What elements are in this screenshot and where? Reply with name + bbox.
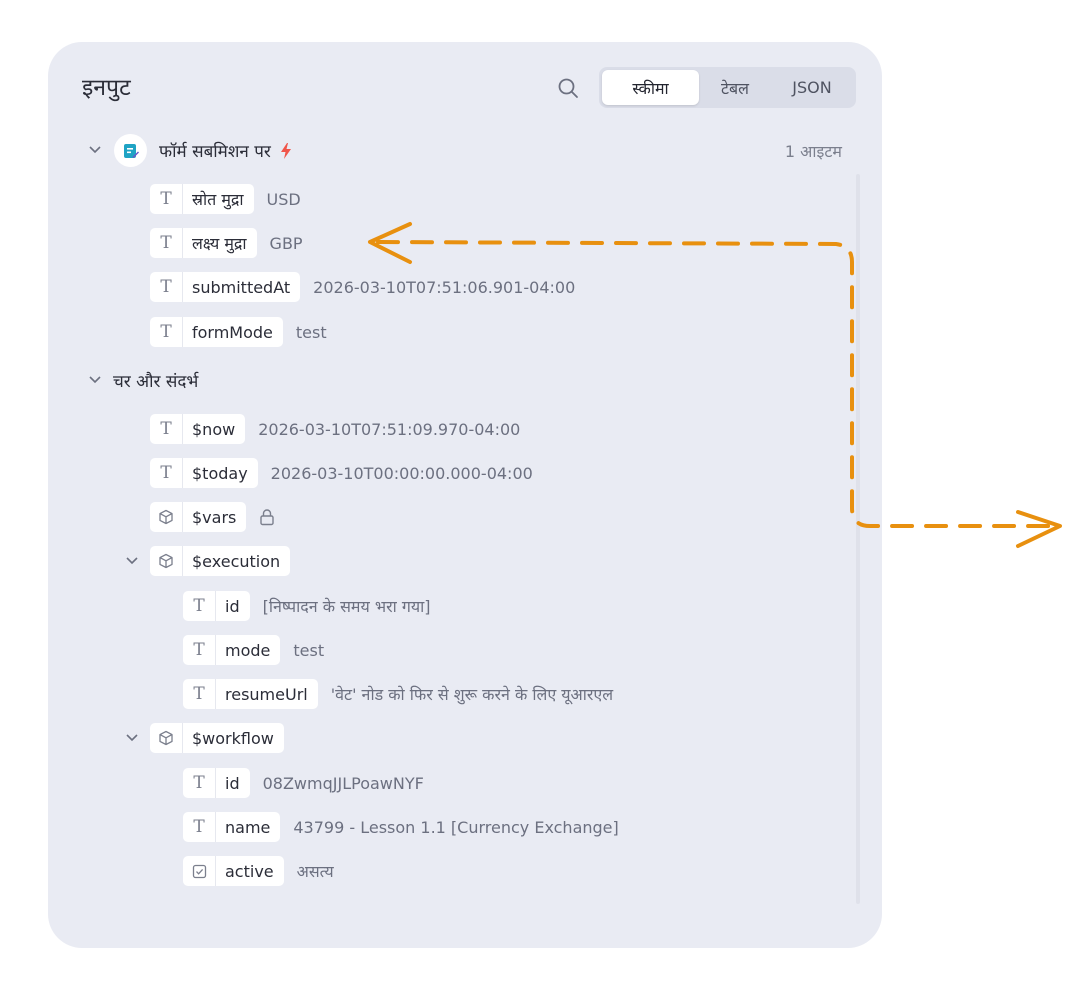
chevron-down-icon [89, 146, 101, 154]
tab-table[interactable]: टेबल [699, 70, 771, 105]
field-key: $vars [192, 507, 237, 527]
search-button[interactable] [554, 74, 582, 102]
text-type-icon: T [183, 812, 216, 842]
scrollbar[interactable] [856, 174, 860, 904]
field-row: $vars [150, 502, 275, 532]
field-key: submittedAt [192, 277, 291, 297]
field-key: $today [192, 463, 248, 483]
tab-json[interactable]: JSON [771, 70, 853, 105]
chevron-down-icon [89, 376, 101, 384]
object-type-icon [150, 723, 183, 753]
field-row: active असत्य [183, 856, 334, 886]
field-pill[interactable]: T लक्ष्य मुद्रा [150, 228, 257, 258]
boolean-type-icon [183, 856, 216, 886]
field-key: name [225, 817, 271, 837]
field-row: $execution [150, 546, 291, 576]
text-type-icon: T [183, 635, 216, 665]
field-key: id [225, 773, 240, 793]
text-type-icon: T [150, 414, 183, 444]
view-switcher: स्कीमा टेबल JSON [599, 67, 856, 108]
field-key: $execution [192, 551, 281, 571]
field-pill[interactable]: T स्रोत मुद्रा [150, 184, 254, 214]
collapse-trigger-toggle[interactable] [87, 142, 103, 158]
field-pill[interactable]: T mode [183, 635, 281, 665]
object-type-icon [150, 546, 183, 576]
field-key: लक्ष्य मुद्रा [192, 234, 247, 253]
text-type-icon: T [183, 591, 216, 621]
field-value: USD [266, 189, 301, 209]
field-key: formMode [192, 322, 273, 342]
chevron-down-icon [126, 557, 138, 565]
field-value: test [295, 322, 327, 342]
field-key: स्रोत मुद्रा [192, 190, 244, 209]
field-row: T लक्ष्य मुद्रा GBP [150, 228, 303, 258]
field-row: T id 08ZwmqJJLPoawNYF [183, 768, 424, 798]
field-row: T स्रोत मुद्रा USD [150, 184, 301, 214]
collapse-context-toggle[interactable] [87, 372, 103, 388]
text-type-icon: T [150, 458, 183, 488]
field-value: असत्य [296, 862, 334, 881]
field-row: T submittedAt 2026-03-10T07:51:06.901-04… [150, 272, 575, 302]
form-icon [114, 134, 147, 167]
search-icon [558, 78, 578, 98]
field-row: T formMode test [150, 317, 327, 347]
collapse-workflow-toggle[interactable] [124, 730, 140, 746]
item-count: 1 आइटम [784, 142, 842, 161]
collapse-execution-toggle[interactable] [124, 553, 140, 569]
field-pill[interactable]: active [183, 856, 284, 886]
lock-icon [260, 509, 275, 526]
object-type-icon [150, 502, 183, 532]
field-value: 43799 - Lesson 1.1 [Currency Exchange] [293, 817, 619, 837]
context-section-label: चर और संदर्भ [113, 371, 199, 392]
field-pill[interactable]: T $today [150, 458, 258, 488]
trigger-node-header[interactable]: फॉर्म सबमिशन पर [114, 134, 293, 167]
text-type-icon: T [150, 317, 183, 347]
tab-schema[interactable]: स्कीमा [602, 70, 699, 105]
field-key: mode [225, 640, 271, 660]
field-row: T mode test [183, 635, 324, 665]
field-value: 2026-03-10T07:51:06.901-04:00 [313, 277, 576, 297]
field-value: [निष्पादन के समय भरा गया] [262, 597, 431, 616]
trigger-node-label: फॉर्म सबमिशन पर [159, 142, 271, 162]
field-row: T $today 2026-03-10T00:00:00.000-04:00 [150, 458, 533, 488]
text-type-icon: T [150, 272, 183, 302]
field-pill[interactable]: T id [183, 591, 250, 621]
field-pill[interactable]: T $now [150, 414, 246, 444]
field-pill[interactable]: T resumeUrl [183, 679, 318, 709]
field-value: 'वेट' नोड को फिर से शुरू करने के लिए यूआ… [330, 685, 614, 704]
text-type-icon: T [183, 768, 216, 798]
field-row: T resumeUrl 'वेट' नोड को फिर से शुरू करन… [183, 679, 613, 709]
field-value: 2026-03-10T00:00:00.000-04:00 [270, 463, 533, 483]
text-type-icon: T [183, 679, 216, 709]
text-type-icon: T [150, 228, 183, 258]
field-key: $now [192, 419, 236, 439]
field-key: resumeUrl [225, 684, 308, 704]
field-pill[interactable]: T name [183, 812, 281, 842]
field-pill[interactable]: $execution [150, 546, 291, 576]
panel-title: इनपुट [82, 75, 131, 101]
field-row: $workflow [150, 723, 284, 753]
field-pill[interactable]: T id [183, 768, 250, 798]
field-value: test [293, 640, 325, 660]
text-type-icon: T [150, 184, 183, 214]
lightning-bolt-icon [280, 142, 291, 159]
field-row: T id [निष्पादन के समय भरा गया] [183, 591, 431, 621]
field-pill[interactable]: $workflow [150, 723, 284, 753]
field-key: id [225, 596, 240, 616]
field-key: active [225, 861, 274, 881]
context-section-header[interactable]: चर और संदर्भ [113, 365, 198, 395]
field-value: 08ZwmqJJLPoawNYF [262, 773, 424, 793]
chevron-down-icon [126, 734, 138, 742]
field-value: GBP [269, 233, 303, 253]
field-key: $workflow [192, 728, 274, 748]
field-value: 2026-03-10T07:51:09.970-04:00 [258, 419, 521, 439]
field-row: T name 43799 - Lesson 1.1 [Currency Exch… [183, 812, 619, 842]
field-pill[interactable]: T formMode [150, 317, 283, 347]
input-panel: इनपुट स्कीमा टेबल JSON 1 आइटम फॉर्म सबमि… [48, 42, 882, 948]
field-row: T $now 2026-03-10T07:51:09.970-04:00 [150, 414, 520, 444]
field-pill[interactable]: $vars [150, 502, 247, 532]
field-pill[interactable]: T submittedAt [150, 272, 301, 302]
